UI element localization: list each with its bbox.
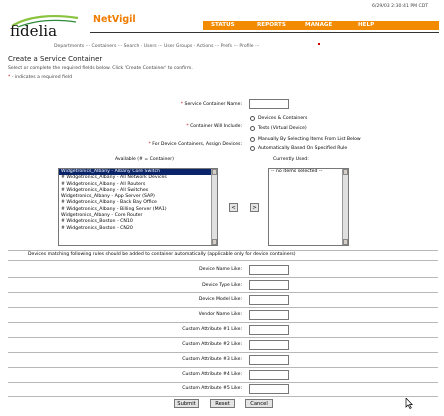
required-note-text: - indicates a required field xyxy=(11,75,72,80)
radio-devices-containers-label: Devices & Containers xyxy=(258,116,308,121)
vendor-name-label: Vendor Name Like: xyxy=(198,312,242,317)
radio-assign-automatically[interactable] xyxy=(250,146,255,151)
include-label-text: Container Will Include: xyxy=(190,124,242,129)
radio-tests-virtual-device-label: Tests (Virtual Device) xyxy=(258,126,307,131)
row-divider xyxy=(8,277,438,278)
radio-assign-automatically-label: Automatically Based On Specified Rule xyxy=(258,146,348,151)
rule-heading: Devices matching following rules should … xyxy=(28,252,296,257)
submit-button[interactable]: Submit xyxy=(174,399,199,408)
currently-used-label: Currently Used: xyxy=(273,157,309,162)
available-list-scrollbar[interactable] xyxy=(211,169,217,245)
list-item[interactable]: # Widgetronics_Boston - CN20 xyxy=(59,226,217,232)
header-divider xyxy=(90,32,439,33)
container-name-label-text: Service Container Name: xyxy=(184,102,242,107)
required-asterisk: * xyxy=(148,142,151,147)
device-type-label: Device Type Like: xyxy=(202,283,242,288)
row-divider xyxy=(8,337,438,338)
nav-status[interactable]: STATUS xyxy=(211,22,235,28)
scroll-up-icon[interactable] xyxy=(212,169,217,175)
row-divider xyxy=(8,382,438,383)
assign-label-text: For Device Containers, Assign Devices: xyxy=(152,142,242,147)
device-type-input[interactable] xyxy=(249,280,289,290)
cancel-button[interactable]: Cancel xyxy=(245,399,273,408)
radio-assign-manually-label: Manually By Selecting Items From List Be… xyxy=(258,137,361,142)
fidelia-logo: fidelia xyxy=(8,14,83,40)
page-description: Select or complete the required fields b… xyxy=(8,66,193,71)
radio-assign-manually[interactable] xyxy=(250,137,255,142)
assign-label: * For Device Containers, Assign Devices: xyxy=(42,142,242,148)
nav-help[interactable]: HELP xyxy=(358,22,374,28)
move-right-button[interactable]: > xyxy=(250,203,259,212)
used-list-scrollbar[interactable] xyxy=(342,169,348,245)
row-divider xyxy=(8,396,438,397)
required-asterisk: * xyxy=(180,102,184,107)
custom-attr-4-label: Custom Attribute #4 Like: xyxy=(182,372,242,377)
mouse-cursor-icon xyxy=(405,398,413,409)
required-asterisk: * xyxy=(8,75,11,80)
section-divider xyxy=(8,250,438,251)
scroll-down-icon[interactable] xyxy=(343,239,348,245)
device-name-input[interactable] xyxy=(249,265,289,275)
app-name: NetVigil xyxy=(93,14,136,25)
alert-marker-icon xyxy=(318,43,320,45)
custom-attr-4-input[interactable] xyxy=(249,370,289,380)
custom-attr-3-input[interactable] xyxy=(249,355,289,365)
page-title: Create a Service Container xyxy=(8,55,103,63)
container-name-input[interactable] xyxy=(249,99,289,109)
custom-attr-3-label: Custom Attribute #3 Like: xyxy=(182,357,242,362)
available-list[interactable]: Widgetronics_Albany - Albany Core Switch… xyxy=(58,168,218,246)
section-divider xyxy=(8,260,438,261)
currently-used-list[interactable]: -- no items selected -- xyxy=(268,168,349,246)
container-name-label: * Service Container Name: xyxy=(42,102,242,108)
row-divider xyxy=(8,352,438,353)
custom-attr-5-label: Custom Attribute #5 Like: xyxy=(182,386,242,391)
move-left-button[interactable]: < xyxy=(229,203,238,212)
include-label: * Container Will Include: xyxy=(42,124,242,130)
device-model-label: Device Model Like: xyxy=(198,297,242,302)
radio-tests-virtual-device[interactable] xyxy=(250,126,255,131)
required-note: * - indicates a required field xyxy=(8,75,72,81)
vendor-name-input[interactable] xyxy=(249,310,289,320)
scroll-up-icon[interactable] xyxy=(343,169,348,175)
required-asterisk: * xyxy=(186,124,189,129)
scroll-down-icon[interactable] xyxy=(212,239,217,245)
nav-manage[interactable]: MANAGE xyxy=(305,22,332,28)
device-name-label: Device Name Like: xyxy=(199,267,242,272)
custom-attr-2-label: Custom Attribute #2 Like: xyxy=(182,342,242,347)
device-model-input[interactable] xyxy=(249,295,289,305)
row-divider xyxy=(8,367,438,368)
row-divider xyxy=(8,292,438,293)
custom-attr-1-label: Custom Attribute #1 Like: xyxy=(182,327,242,332)
custom-attr-2-input[interactable] xyxy=(249,340,289,350)
custom-attr-1-input[interactable] xyxy=(249,325,289,335)
logo-text: fidelia xyxy=(10,22,58,40)
row-divider xyxy=(8,307,438,308)
row-divider xyxy=(8,322,438,323)
list-item[interactable]: -- no items selected -- xyxy=(269,169,348,175)
radio-devices-containers[interactable] xyxy=(250,116,255,121)
sub-nav-links[interactable]: Departments ··· Containers ··· Search · … xyxy=(54,44,259,50)
custom-attr-5-input[interactable] xyxy=(249,384,289,394)
reset-button[interactable]: Reset xyxy=(210,399,235,408)
available-list-label: Available (# = Container) xyxy=(115,157,174,162)
header-date: 6/29/03 2:30:41 PM CDT xyxy=(372,4,429,9)
nav-reports[interactable]: REPORTS xyxy=(257,22,286,28)
main-nav: STATUS REPORTS MANAGE HELP xyxy=(203,21,439,30)
